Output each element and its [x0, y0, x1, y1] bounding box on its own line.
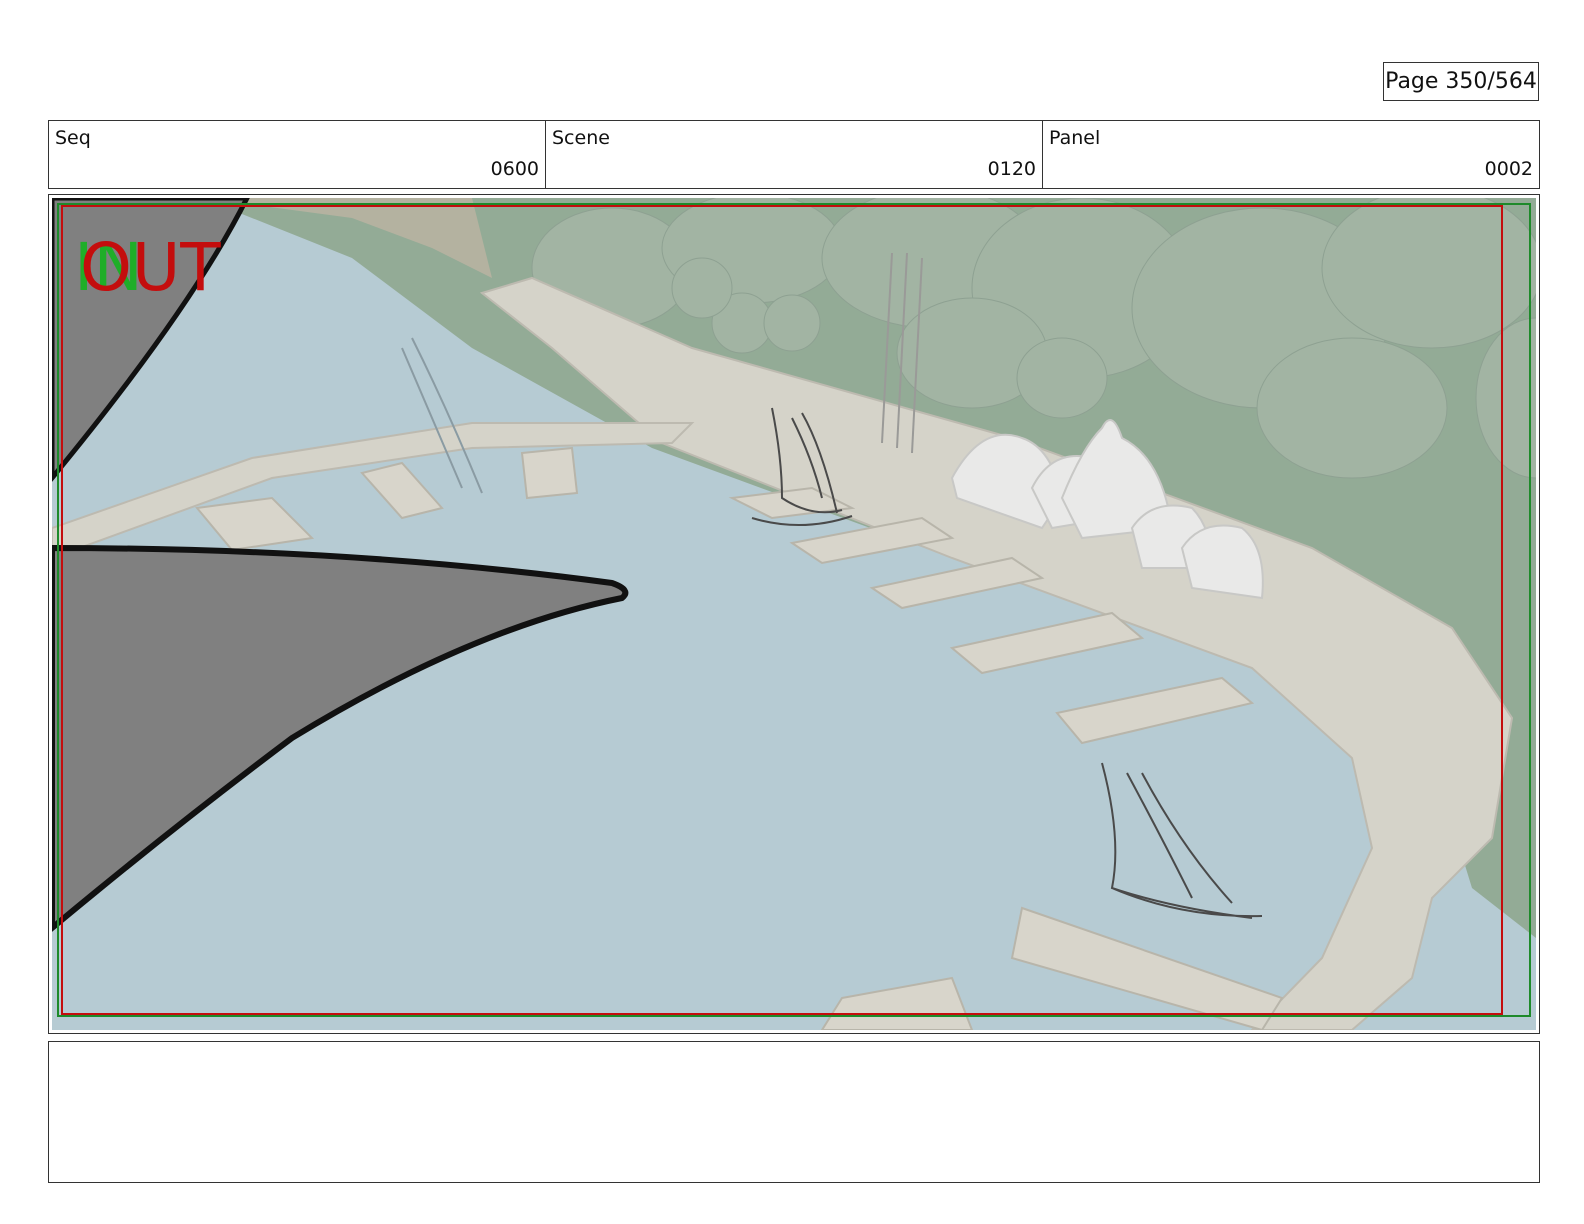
panel-cell: Panel 0002	[1043, 121, 1539, 188]
seq-value: 0600	[490, 158, 539, 180]
seq-cell: Seq 0600	[49, 121, 546, 188]
scene-label: Scene	[552, 127, 610, 149]
scene-cell: Scene 0120	[546, 121, 1043, 188]
panel-label: Panel	[1049, 127, 1101, 149]
storyboard-frame: IN OUT	[48, 194, 1540, 1034]
page-number: Page 350/564	[1383, 62, 1539, 101]
out-marker: OUT	[80, 229, 221, 306]
scene-value: 0120	[987, 158, 1036, 180]
panel-drawing: IN OUT	[52, 198, 1536, 1030]
shot-info-header: Seq 0600 Scene 0120 Panel 0002	[48, 120, 1540, 189]
panel-value: 0002	[1484, 158, 1533, 180]
notes-box[interactable]	[48, 1041, 1540, 1183]
seq-label: Seq	[55, 127, 91, 149]
